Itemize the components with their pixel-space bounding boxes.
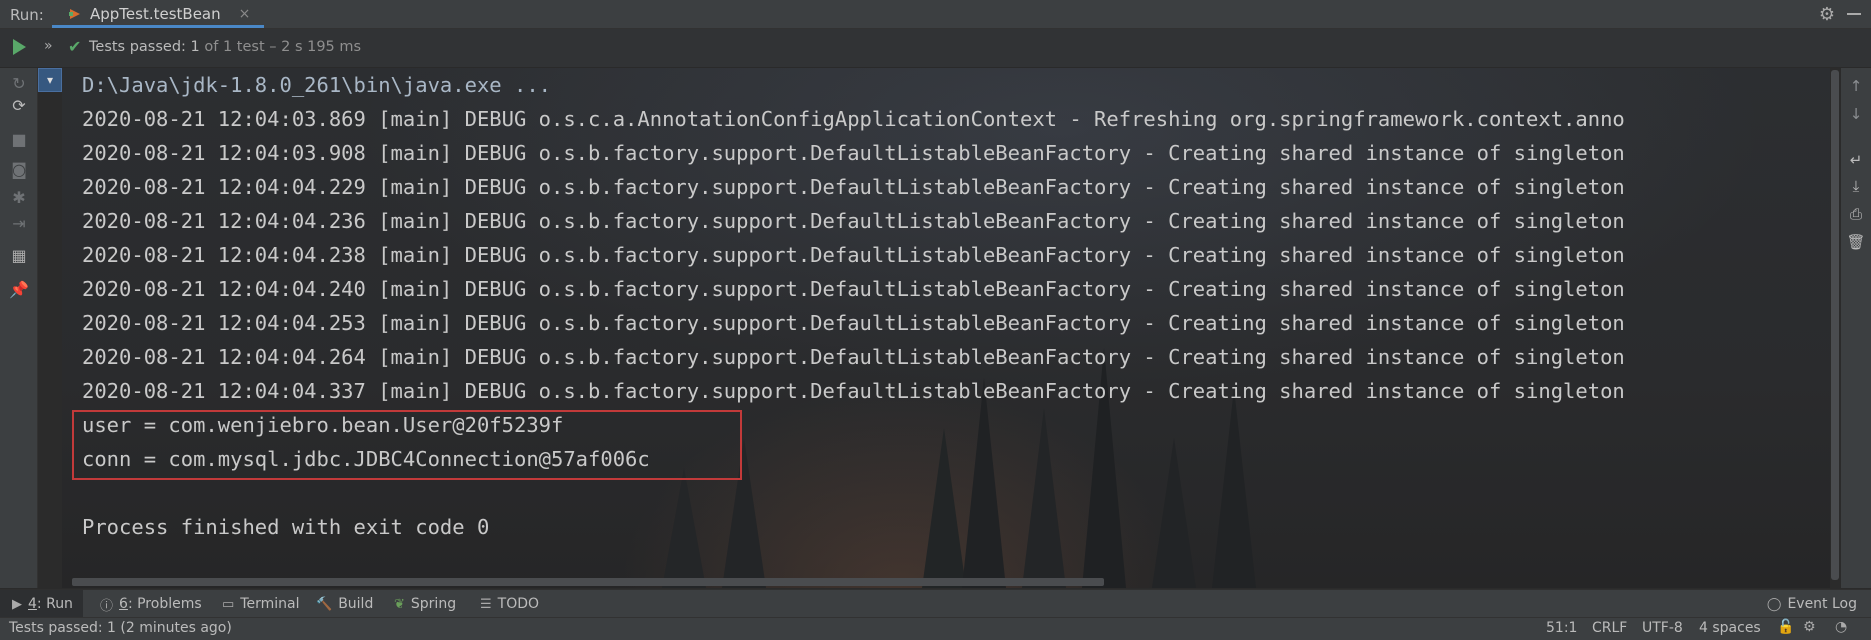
- tab-apptest-testbean[interactable]: AppTest.testBean ×: [52, 0, 265, 28]
- console-line: 2020-08-21 12:04:04.229 [main] DEBUG o.s…: [82, 175, 1625, 199]
- tree-silhouette: [1022, 408, 1066, 588]
- minimize-icon[interactable]: [1847, 13, 1861, 15]
- scroll-to-end-icon[interactable]: ⤓: [1846, 176, 1866, 196]
- tab-build[interactable]: 🔨 Build: [316, 594, 373, 614]
- layout-icon[interactable]: ▦: [9, 246, 29, 266]
- tab-label-text: : Problems: [127, 596, 202, 612]
- file-encoding[interactable]: UTF-8: [1642, 620, 1683, 636]
- scrollbar-thumb[interactable]: [1831, 70, 1839, 580]
- tests-passed-label: Tests passed: 1: [89, 39, 200, 55]
- rerun-button[interactable]: [13, 39, 26, 55]
- tab-label: 6: Problems: [119, 596, 202, 612]
- toggle-auto-test-icon[interactable]: ⟳: [9, 96, 29, 116]
- console-line: 2020-08-21 12:04:04.238 [main] DEBUG o.s…: [82, 243, 1625, 267]
- tab-spring[interactable]: ❦ Spring: [394, 594, 456, 614]
- tree-silhouette: [1152, 438, 1196, 588]
- highlight-box: [72, 410, 742, 480]
- list-icon: ☰: [480, 596, 492, 612]
- line-separator[interactable]: CRLF: [1592, 620, 1627, 636]
- play-icon: ▶: [12, 596, 22, 612]
- left-toolbar: ↻ ⟳ ■ ◙ ✱ ⇥ ▦ 📌: [0, 68, 38, 588]
- tab-problems[interactable]: ⓘ 6: Problems: [100, 594, 202, 614]
- tab-mnemonic: 6: [119, 596, 128, 612]
- tab-label-text: Spring: [410, 596, 457, 612]
- event-log-label: Event Log: [1787, 596, 1857, 612]
- camera-icon[interactable]: ◙: [9, 160, 29, 180]
- test-status-line: » ✔ Tests passed: 1 of 1 test – 2 s 195 …: [0, 29, 1871, 68]
- console-line: 2020-08-21 12:04:04.253 [main] DEBUG o.s…: [82, 311, 1625, 335]
- status-message[interactable]: Tests passed: 1 (2 minutes ago): [9, 620, 232, 636]
- tab-mnemonic: 4: [28, 596, 37, 612]
- tab-todo[interactable]: ☰ TODO: [480, 594, 539, 614]
- right-toolbar: ↑ ↓ ↵ ⤓ ⎙ 🗑: [1841, 68, 1871, 588]
- event-log-button[interactable]: ◯ Event Log: [1767, 594, 1857, 614]
- exit-icon[interactable]: ⇥: [9, 214, 29, 234]
- console-line: 2020-08-21 12:04:03.908 [main] DEBUG o.s…: [82, 141, 1625, 165]
- trash-icon[interactable]: 🗑: [1846, 232, 1866, 252]
- tab-label-text: Terminal: [240, 596, 300, 612]
- tool-window-tabs: ▶ 4: Run ⓘ 6: Problems ▭ Terminal 🔨 Buil…: [0, 589, 1871, 618]
- inspector-icon[interactable]: ⚙: [1803, 619, 1816, 635]
- console-line: 2020-08-21 12:04:03.869 [main] DEBUG o.s…: [82, 107, 1625, 131]
- leaf-icon: ❦: [394, 596, 405, 612]
- tests-detail: of 1 test – 2 s 195 ms: [199, 39, 362, 55]
- speech-bubble-icon: ◯: [1766, 596, 1782, 612]
- tab-label-text: Build: [338, 596, 374, 612]
- tab-label: AppTest.testBean: [90, 5, 221, 23]
- vertical-scrollbar[interactable]: [1830, 68, 1840, 588]
- indent-setting[interactable]: 4 spaces: [1699, 620, 1761, 636]
- console-line: 2020-08-21 12:04:04.264 [main] DEBUG o.s…: [82, 345, 1625, 369]
- status-bar: Tests passed: 1 (2 minutes ago) 51:1 CRL…: [0, 617, 1871, 640]
- console-line: 2020-08-21 12:04:04.337 [main] DEBUG o.s…: [82, 379, 1625, 403]
- arrow-down-icon[interactable]: ↓: [1846, 104, 1866, 124]
- tab-label: 4: Run: [28, 596, 73, 612]
- check-icon: ✔: [68, 37, 82, 56]
- terminal-icon: ▭: [222, 596, 235, 612]
- close-icon[interactable]: ×: [239, 6, 251, 22]
- chevron-down-icon[interactable]: ▾: [38, 68, 62, 92]
- arrow-up-icon[interactable]: ↑: [1846, 76, 1866, 96]
- rerun-failed-icon[interactable]: ↻: [9, 74, 29, 94]
- hammer-icon: 🔨: [316, 596, 333, 612]
- console-line: D:\Java\jdk-1.8.0_261\bin\java.exe ...: [82, 73, 551, 97]
- tab-run[interactable]: ▶ 4: Run: [0, 590, 83, 618]
- test-config-icon: [69, 9, 80, 19]
- more-actions-icon[interactable]: »: [44, 38, 53, 54]
- horizontal-scrollbar[interactable]: [72, 578, 1104, 586]
- tab-terminal[interactable]: ▭ Terminal: [222, 594, 299, 614]
- console-output[interactable]: D:\Java\jdk-1.8.0_261\bin\java.exe ... 2…: [62, 68, 1830, 588]
- soft-wrap-icon[interactable]: ↵: [1846, 150, 1866, 170]
- memory-icon[interactable]: ◔: [1835, 619, 1847, 635]
- console-line: Process finished with exit code 0: [82, 515, 490, 539]
- tree-silhouette: [922, 428, 966, 588]
- info-icon: ⓘ: [100, 598, 114, 614]
- tab-label-text: : Run: [36, 596, 73, 612]
- active-tab-indicator: [52, 25, 265, 28]
- pin-icon[interactable]: 📌: [9, 280, 29, 300]
- gear-icon[interactable]: ⚙: [1819, 4, 1835, 25]
- run-label: Run:: [10, 6, 44, 24]
- stop-icon[interactable]: ■: [9, 130, 29, 150]
- console-line: 2020-08-21 12:04:04.240 [main] DEBUG o.s…: [82, 277, 1625, 301]
- tree-silhouette: [662, 468, 706, 588]
- tree-silhouette: [962, 378, 1006, 588]
- console-line: 2020-08-21 12:04:04.236 [main] DEBUG o.s…: [82, 209, 1625, 233]
- tab-label-text: TODO: [497, 596, 540, 612]
- run-tool-header: Run: AppTest.testBean × ⚙: [0, 0, 1871, 29]
- lock-icon[interactable]: 🔓: [1777, 619, 1794, 635]
- print-icon[interactable]: ⎙: [1846, 204, 1866, 224]
- tree-silhouette: [1212, 388, 1256, 588]
- caret-position[interactable]: 51:1: [1546, 620, 1577, 636]
- tests-passed-text: Tests passed: 1 of 1 test – 2 s 195 ms: [89, 39, 361, 55]
- debug-icon[interactable]: ✱: [9, 188, 29, 208]
